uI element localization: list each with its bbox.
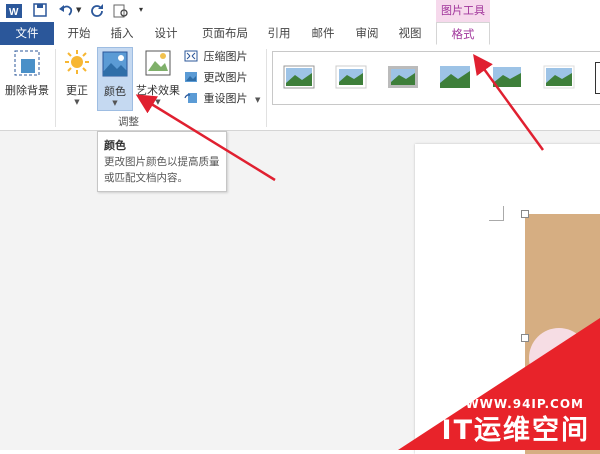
tooltip-title: 颜色 bbox=[104, 139, 126, 152]
compress-pictures-button[interactable]: 压缩图片 bbox=[184, 48, 248, 66]
remove-background-button[interactable]: 删除背景 bbox=[4, 49, 50, 107]
reset-picture-icon bbox=[184, 93, 197, 103]
color-label: 颜色 bbox=[104, 85, 126, 98]
margin-marker bbox=[489, 206, 504, 221]
chevron-down-icon[interactable]: ▼ bbox=[255, 96, 260, 104]
picture-style-thumbnail[interactable] bbox=[387, 65, 419, 89]
picture-styles-gallery[interactable] bbox=[272, 51, 600, 105]
picture-style-thumbnail[interactable] bbox=[283, 65, 315, 89]
change-picture-icon bbox=[185, 72, 197, 82]
tab-view[interactable]: 视图 bbox=[393, 22, 427, 45]
chevron-down-icon: ▼ bbox=[112, 99, 118, 107]
compress-label: 压缩图片 bbox=[203, 50, 248, 63]
print-preview-icon[interactable] bbox=[112, 3, 130, 19]
tab-mailings[interactable]: 邮件 bbox=[306, 22, 340, 45]
tab-review[interactable]: 审阅 bbox=[350, 22, 384, 45]
picture-style-thumbnail[interactable] bbox=[439, 65, 471, 89]
picture-style-thumbnail[interactable] bbox=[491, 65, 523, 89]
ribbon-tabs: 文件 开始 插入 设计 页面布局 引用 邮件 审阅 视图 bbox=[0, 22, 600, 46]
resize-handle[interactable] bbox=[521, 210, 529, 218]
artistic-effects-label: 艺术效果 bbox=[136, 84, 180, 97]
artistic-effects-button[interactable]: 艺术效果 ▼ bbox=[134, 49, 182, 111]
undo-icon[interactable] bbox=[58, 3, 74, 17]
tooltip-description: 更改图片颜色以提高质量或匹配文档内容。 bbox=[104, 156, 220, 184]
change-picture-label: 更改图片 bbox=[203, 71, 248, 84]
svg-text:W: W bbox=[9, 7, 19, 18]
corrections-label: 更正 bbox=[66, 84, 88, 97]
chevron-down-icon: ▼ bbox=[74, 98, 80, 106]
tab-page-layout[interactable]: 页面布局 bbox=[196, 22, 254, 45]
reset-picture-button[interactable]: 重设图片 ▼ bbox=[184, 90, 260, 108]
document-area[interactable] bbox=[0, 131, 600, 454]
remove-background-icon bbox=[14, 50, 40, 76]
tab-design[interactable]: 设计 bbox=[149, 22, 183, 45]
customize-icon[interactable]: ▾ bbox=[139, 5, 143, 14]
chevron-down-icon: ▼ bbox=[155, 98, 161, 106]
toy-figure bbox=[529, 328, 589, 388]
tab-home[interactable]: 开始 bbox=[62, 22, 96, 45]
reset-picture-label: 重设图片 bbox=[203, 92, 248, 105]
tab-file[interactable]: 文件 bbox=[0, 22, 54, 45]
color-picture-icon bbox=[102, 51, 128, 77]
tab-insert[interactable]: 插入 bbox=[105, 22, 139, 45]
save-icon[interactable] bbox=[33, 3, 47, 17]
resize-handle[interactable] bbox=[521, 334, 529, 342]
word-app-icon[interactable]: W bbox=[6, 3, 22, 19]
picture-style-thumbnail[interactable] bbox=[335, 65, 367, 89]
selected-picture[interactable] bbox=[521, 210, 600, 454]
adjust-group-label: 调整 bbox=[118, 116, 139, 128]
quick-access-toolbar: W ▼ ▾ bbox=[0, 0, 600, 22]
compress-icon bbox=[184, 50, 198, 62]
tab-references[interactable]: 引用 bbox=[262, 22, 296, 45]
picture-tools-context-label: 图片工具 bbox=[436, 0, 490, 22]
divider bbox=[266, 49, 267, 127]
picture-style-thumbnail[interactable] bbox=[595, 62, 600, 94]
sun-icon bbox=[65, 50, 89, 74]
change-picture-button[interactable]: 更改图片 bbox=[184, 69, 248, 87]
corrections-button[interactable]: 更正 ▼ bbox=[60, 49, 94, 111]
picture-style-thumbnail[interactable] bbox=[543, 65, 575, 89]
remove-background-label: 删除背景 bbox=[5, 84, 49, 97]
divider bbox=[55, 49, 56, 127]
color-button[interactable]: 颜色 ▼ bbox=[97, 47, 133, 111]
color-tooltip: 颜色 更改图片颜色以提高质量或匹配文档内容。 bbox=[97, 131, 227, 192]
chevron-down-icon[interactable]: ▼ bbox=[76, 6, 81, 14]
ribbon-panel: 删除背景 更正 ▼ 颜色 ▼ 艺术效果 ▼ 压缩图片 更改图片 重设图片 ▼ 调… bbox=[0, 45, 600, 131]
redo-icon[interactable] bbox=[90, 3, 104, 17]
document-page[interactable] bbox=[415, 144, 600, 454]
tab-format[interactable]: 格式 bbox=[436, 22, 490, 45]
artistic-effects-icon bbox=[145, 50, 171, 76]
